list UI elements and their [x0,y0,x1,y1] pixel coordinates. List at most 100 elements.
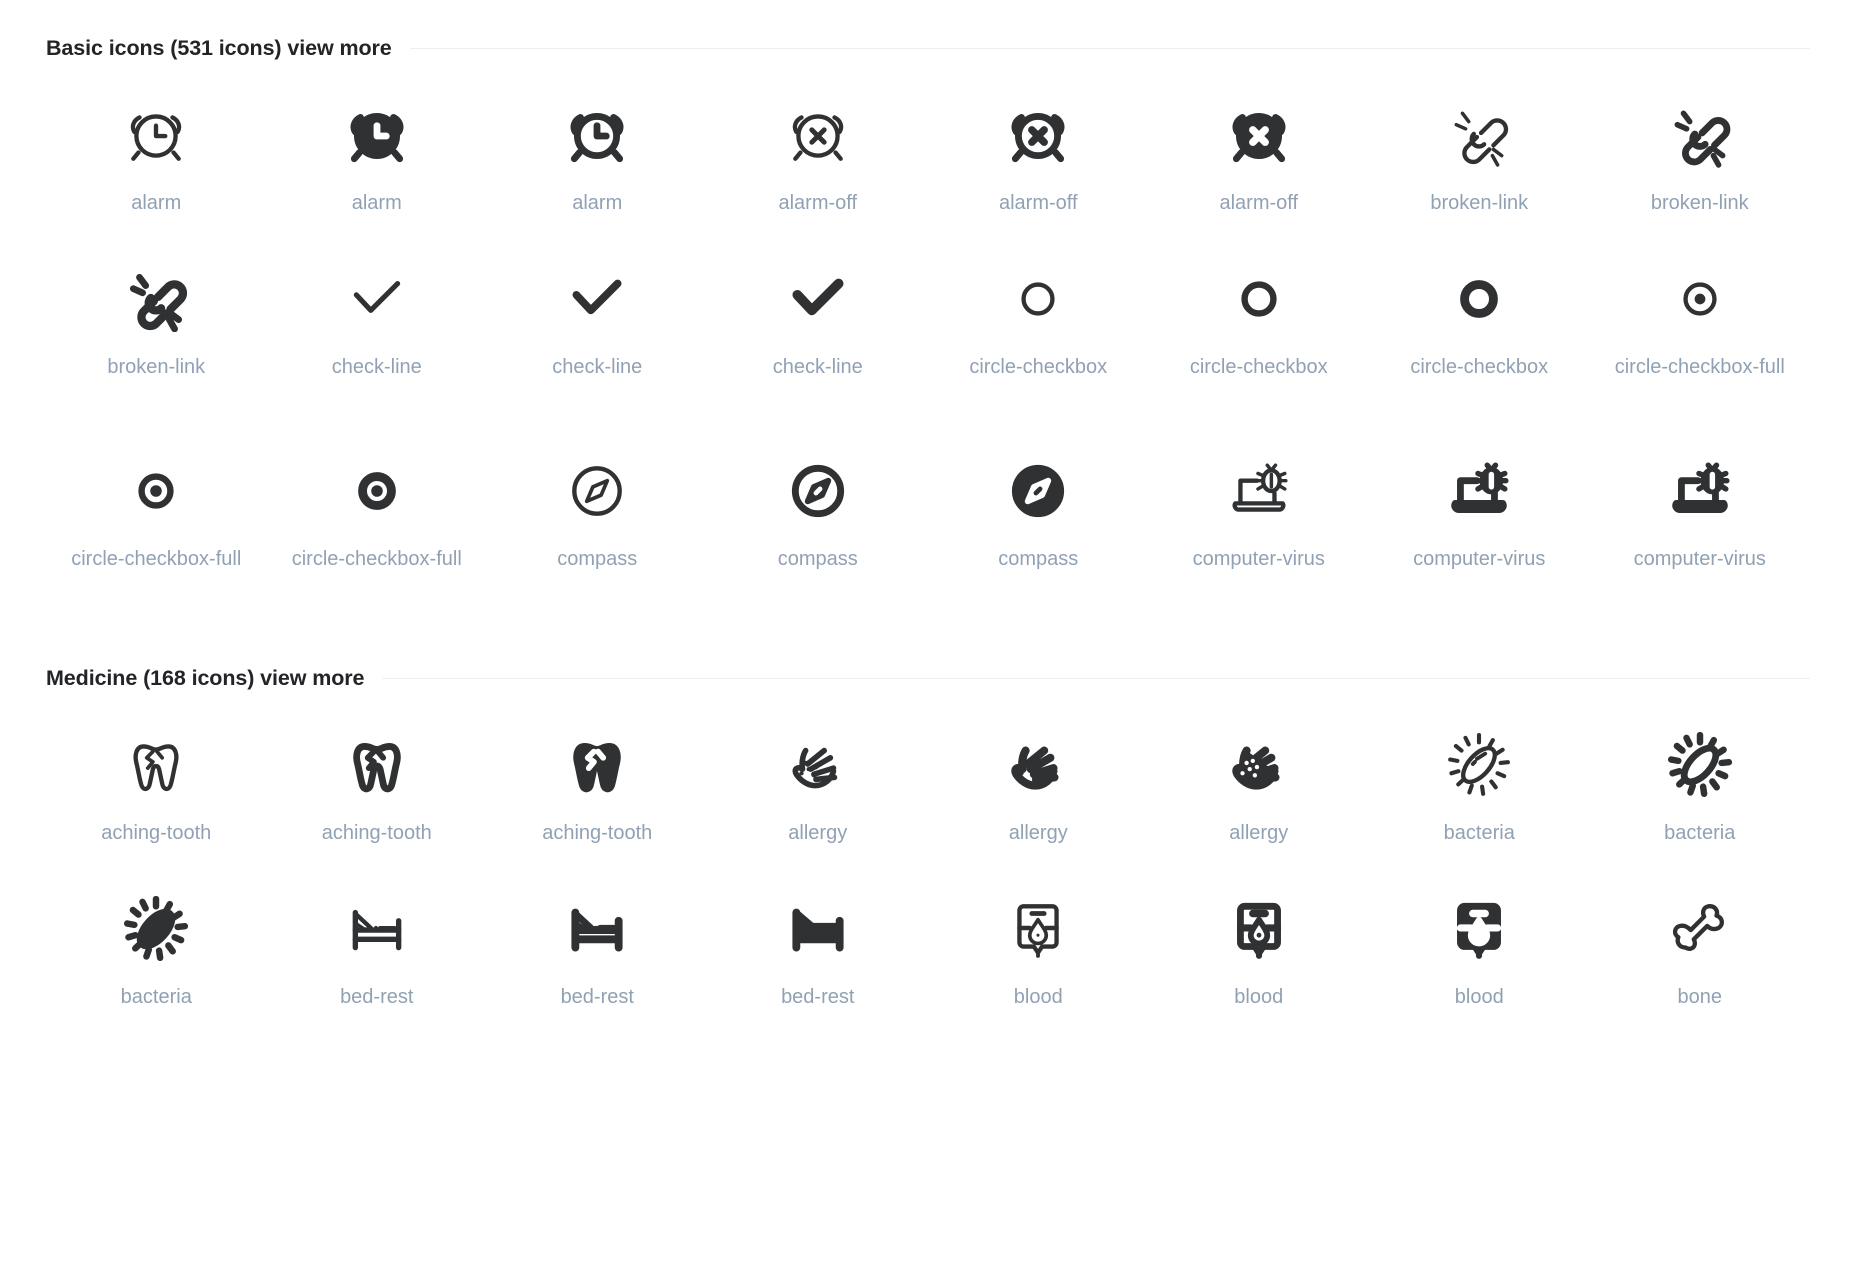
broken-link-icon[interactable] [1663,98,1737,172]
bed-rest-icon[interactable] [781,892,855,966]
icon-cell-computer-virus[interactable]: computer-virus [1149,426,1370,618]
icon-cell-broken-link[interactable]: broken-link [1369,70,1590,234]
icon-label: circle-checkbox [969,356,1108,378]
circle-checkbox-full-icon[interactable] [1663,262,1737,336]
icon-cell-bone[interactable]: bone [1590,864,1811,1028]
aching-tooth-icon[interactable] [560,728,634,802]
allergy-icon[interactable] [781,728,855,802]
circle-checkbox-icon[interactable] [1442,262,1516,336]
icon-cell-bacteria[interactable]: bacteria [1590,700,1811,864]
icon-cell-check-line[interactable]: check-line [708,234,929,426]
section-title-medicine[interactable]: Medicine (168 icons) view more [46,666,365,691]
bone-icon[interactable] [1663,892,1737,966]
icon-cell-alarm-off[interactable]: alarm-off [708,70,929,234]
icon-cell-circle-checkbox-full[interactable]: circle-checkbox-full [1590,234,1811,426]
icon-grid-medicine: aching-tooth aching-tooth aching-tooth alle… [46,700,1810,1028]
allergy-icon[interactable] [1222,728,1296,802]
blood-icon[interactable] [1442,892,1516,966]
alarm-off-icon[interactable] [1001,98,1075,172]
bed-rest-icon[interactable] [560,892,634,966]
icon-cell-circle-checkbox-full[interactable]: circle-checkbox-full [46,426,267,618]
broken-link-icon[interactable] [119,262,193,336]
alarm-icon[interactable] [340,98,414,172]
icon-label: bacteria [1443,822,1515,844]
icon-cell-compass[interactable]: compass [928,426,1149,618]
icon-label: bed-rest [781,986,855,1008]
aching-tooth-icon[interactable] [119,728,193,802]
icon-cell-bed-rest[interactable]: bed-rest [487,864,708,1028]
section-header-basic-icons: Basic icons (531 icons) view more [46,26,1810,70]
icon-cell-check-line[interactable]: check-line [267,234,488,426]
icon-cell-bacteria[interactable]: bacteria [46,864,267,1028]
icon-label: bone [1677,986,1723,1008]
icon-cell-alarm-off[interactable]: alarm-off [928,70,1149,234]
bacteria-icon[interactable] [1442,728,1516,802]
icon-label: allergy [1229,822,1289,844]
icon-gallery-page: Basic icons (531 icons) view more alarm a… [0,26,1856,1028]
icon-label: circle-checkbox [1410,356,1549,378]
circle-checkbox-icon[interactable] [1001,262,1075,336]
icon-label: computer-virus [1192,548,1325,570]
icon-cell-bacteria[interactable]: bacteria [1369,700,1590,864]
icon-cell-bed-rest[interactable]: bed-rest [267,864,488,1028]
icon-label: blood [1013,986,1063,1008]
icon-cell-check-line[interactable]: check-line [487,234,708,426]
icon-label: circle-checkbox-full [291,548,462,570]
allergy-icon[interactable] [1001,728,1075,802]
icon-cell-broken-link[interactable]: broken-link [46,234,267,426]
icon-cell-blood[interactable]: blood [1149,864,1370,1028]
blood-icon[interactable] [1001,892,1075,966]
check-line-icon[interactable] [340,262,414,336]
computer-virus-icon[interactable] [1442,454,1516,528]
circle-checkbox-full-icon[interactable] [340,454,414,528]
icon-label: blood [1454,986,1504,1008]
icon-label: circle-checkbox-full [1614,356,1785,378]
circle-checkbox-full-icon[interactable] [119,454,193,528]
icon-label: allergy [788,822,848,844]
icon-cell-circle-checkbox[interactable]: circle-checkbox [928,234,1149,426]
icon-cell-blood[interactable]: blood [928,864,1149,1028]
circle-checkbox-icon[interactable] [1222,262,1296,336]
compass-icon[interactable] [1001,454,1075,528]
icon-cell-allergy[interactable]: allergy [1149,700,1370,864]
icon-cell-broken-link[interactable]: broken-link [1590,70,1811,234]
icon-cell-allergy[interactable]: allergy [708,700,929,864]
icon-cell-bed-rest[interactable]: bed-rest [708,864,929,1028]
icon-label: broken-link [1430,192,1529,214]
icon-cell-circle-checkbox[interactable]: circle-checkbox [1369,234,1590,426]
computer-virus-icon[interactable] [1663,454,1737,528]
icon-cell-alarm-off[interactable]: alarm-off [1149,70,1370,234]
icon-cell-compass[interactable]: compass [487,426,708,618]
bacteria-icon[interactable] [1663,728,1737,802]
icon-cell-computer-virus[interactable]: computer-virus [1590,426,1811,618]
blood-icon[interactable] [1222,892,1296,966]
bed-rest-icon[interactable] [340,892,414,966]
icon-cell-alarm[interactable]: alarm [267,70,488,234]
icon-label: bacteria [120,986,192,1008]
icon-cell-aching-tooth[interactable]: aching-tooth [46,700,267,864]
alarm-off-icon[interactable] [781,98,855,172]
icon-cell-allergy[interactable]: allergy [928,700,1149,864]
broken-link-icon[interactable] [1442,98,1516,172]
check-line-icon[interactable] [781,262,855,336]
icon-cell-alarm[interactable]: alarm [46,70,267,234]
section-title-basic-icons[interactable]: Basic icons (531 icons) view more [46,36,392,61]
aching-tooth-icon[interactable] [340,728,414,802]
computer-virus-icon[interactable] [1222,454,1296,528]
icon-cell-blood[interactable]: blood [1369,864,1590,1028]
icon-cell-circle-checkbox-full[interactable]: circle-checkbox-full [267,426,488,618]
compass-icon[interactable] [781,454,855,528]
check-line-icon[interactable] [560,262,634,336]
bacteria-icon[interactable] [119,892,193,966]
alarm-off-icon[interactable] [1222,98,1296,172]
compass-icon[interactable] [560,454,634,528]
icon-label: alarm-off [998,192,1078,214]
alarm-icon[interactable] [560,98,634,172]
icon-cell-aching-tooth[interactable]: aching-tooth [267,700,488,864]
icon-cell-compass[interactable]: compass [708,426,929,618]
icon-cell-computer-virus[interactable]: computer-virus [1369,426,1590,618]
icon-cell-alarm[interactable]: alarm [487,70,708,234]
icon-cell-aching-tooth[interactable]: aching-tooth [487,700,708,864]
icon-cell-circle-checkbox[interactable]: circle-checkbox [1149,234,1370,426]
alarm-icon[interactable] [119,98,193,172]
